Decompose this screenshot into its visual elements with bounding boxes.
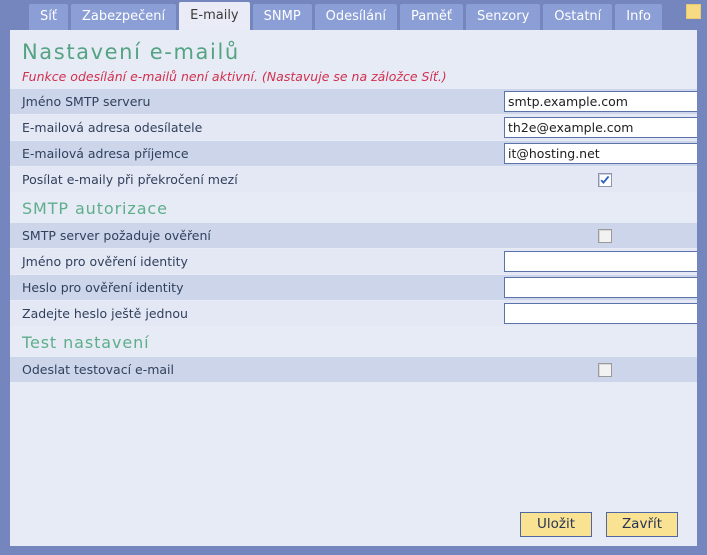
tab-2[interactable]: E-maily bbox=[179, 2, 250, 30]
page-title: Nastavení e-mailů bbox=[22, 40, 240, 64]
text-input[interactable] bbox=[504, 143, 697, 164]
form-row-label: Posílat e-maily při překročení mezí bbox=[22, 172, 238, 187]
text-input[interactable] bbox=[504, 91, 697, 112]
footer-button-bar: Uložit Zavřít bbox=[10, 502, 697, 546]
form-row-label: Odeslat testovací e-mail bbox=[22, 362, 174, 377]
section-header: Test nastavení bbox=[10, 327, 697, 357]
application-window: Síť Zabezpečení E-maily SNMP Odesílání Paměť S… bbox=[0, 0, 707, 555]
form-row-label: Heslo pro ověření identity bbox=[22, 280, 184, 295]
form-row: Jméno pro ověření identity bbox=[10, 249, 697, 275]
empty-area bbox=[10, 383, 697, 493]
form-row-label: E-mailová adresa příjemce bbox=[22, 146, 189, 161]
form-row: Posílat e-maily při překročení mezí bbox=[10, 167, 697, 193]
save-button[interactable]: Uložit bbox=[520, 511, 592, 537]
close-button[interactable]: Zavřít bbox=[606, 511, 678, 537]
checkbox-unchecked bbox=[598, 228, 612, 243]
form-row-label: E-mailová adresa odesílatele bbox=[22, 120, 203, 135]
form-row: E-mailová adresa odesílatele bbox=[10, 115, 697, 141]
inactive-warning-text: Funkce odesílání e-mailů není aktivní. (… bbox=[22, 69, 447, 84]
tab-8[interactable]: Info bbox=[615, 4, 662, 30]
tab-bar: Síť Zabezpečení E-maily SNMP Odesílání Paměť S… bbox=[0, 0, 707, 30]
tab-0[interactable]: Síť bbox=[29, 4, 68, 30]
checkbox-checked[interactable] bbox=[598, 172, 612, 187]
settings-form: Jméno SMTP serveru E-mailová adresa odesí… bbox=[10, 89, 697, 493]
settings-panel: Nastavení e-mailů Funkce odesílání e-mai… bbox=[8, 30, 699, 548]
form-row: E-mailová adresa příjemce bbox=[10, 141, 697, 167]
text-input[interactable] bbox=[504, 277, 697, 298]
text-input[interactable] bbox=[504, 303, 697, 324]
tab-7[interactable]: Ostatní bbox=[543, 4, 613, 30]
form-row-label: SMTP server požaduje ověření bbox=[22, 228, 211, 243]
tab-5[interactable]: Paměť bbox=[399, 4, 463, 30]
form-row-label: Jméno SMTP serveru bbox=[22, 94, 151, 109]
text-input[interactable] bbox=[504, 117, 697, 138]
form-row: Zadejte heslo ještě jednou bbox=[10, 301, 697, 327]
form-row: Jméno SMTP serveru bbox=[10, 89, 697, 115]
form-row-label: Zadejte heslo ještě jednou bbox=[22, 306, 188, 321]
section-header: SMTP autorizace bbox=[10, 193, 697, 223]
section-title: Test nastavení bbox=[22, 332, 150, 352]
section-title: SMTP autorizace bbox=[22, 198, 168, 218]
form-row: SMTP server požaduje ověření bbox=[10, 223, 697, 249]
form-row: Odeslat testovací e-mail bbox=[10, 357, 697, 383]
status-indicator-box bbox=[686, 4, 701, 19]
tab-4[interactable]: Odesílání bbox=[314, 4, 397, 30]
form-row: Heslo pro ověření identity bbox=[10, 275, 697, 301]
text-input[interactable] bbox=[504, 251, 697, 272]
tab-1[interactable]: Zabezpečení bbox=[70, 4, 177, 30]
tab-3[interactable]: SNMP bbox=[252, 4, 312, 30]
form-row-label: Jméno pro ověření identity bbox=[22, 254, 188, 269]
checkbox-unchecked bbox=[598, 362, 612, 377]
tab-6[interactable]: Senzory bbox=[465, 4, 541, 30]
